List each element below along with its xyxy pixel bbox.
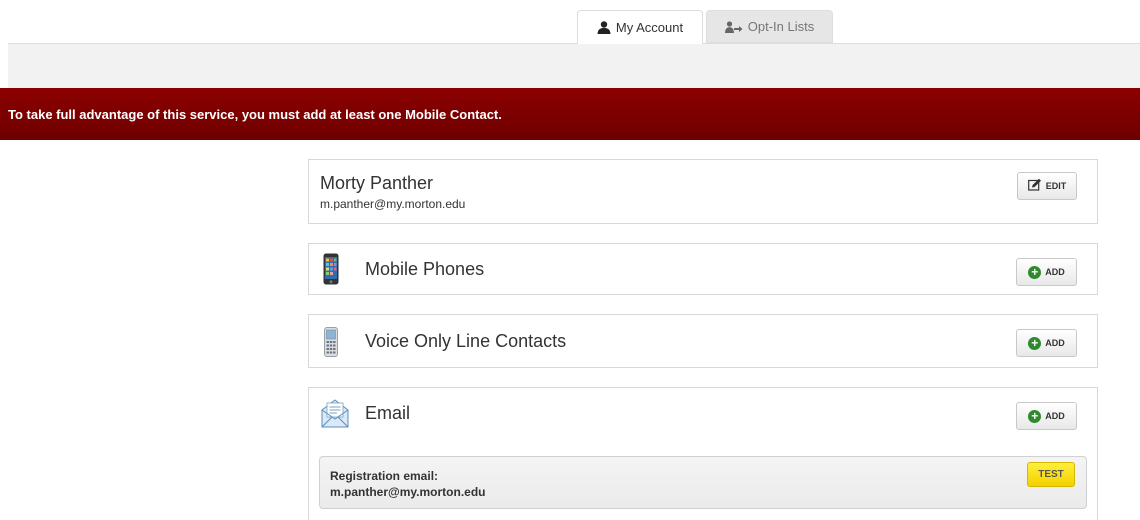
add-label: ADD <box>1045 267 1065 277</box>
email-title: Email <box>365 403 411 423</box>
add-label: ADD <box>1045 338 1065 348</box>
edit-profile-button[interactable]: EDIT <box>1017 172 1077 200</box>
tab-opt-in-lists[interactable]: Opt-In Lists <box>706 10 833 43</box>
add-voice-contact-button[interactable]: + ADD <box>1016 329 1077 357</box>
registration-email-box: Registration email: m.panther@my.morton.… <box>319 456 1087 509</box>
plus-circle-icon: + <box>1028 336 1042 350</box>
edit-icon <box>1027 178 1042 193</box>
registration-email-label: Registration email: <box>330 469 439 483</box>
tab-label: My Account <box>615 20 684 35</box>
smartphone-icon <box>323 253 339 290</box>
mobile-phones-title: Mobile Phones <box>365 259 485 279</box>
add-mobile-phone-button[interactable]: + ADD <box>1016 258 1077 286</box>
email-panel: Email + ADD Registration email: m.panthe… <box>308 387 1098 520</box>
profile-panel: Morty Panther m.panther@my.morton.edu ED… <box>308 159 1098 224</box>
desk-phone-icon <box>323 327 339 362</box>
add-label: ADD <box>1045 411 1065 421</box>
edit-label: EDIT <box>1045 181 1067 191</box>
voice-contacts-title: Voice Only Line Contacts <box>365 331 567 351</box>
voice-contacts-panel: Voice Only Line Contacts + ADD <box>308 314 1098 368</box>
alert-banner: To take full advantage of this service, … <box>0 88 1140 140</box>
alert-text: To take full advantage of this service, … <box>8 106 502 122</box>
profile-email: m.panther@my.morton.edu <box>320 197 466 211</box>
toolbar-strip <box>8 44 1140 88</box>
tab-bar: My Account Opt-In Lists <box>0 0 1140 45</box>
mobile-phones-panel: Mobile Phones + ADD <box>308 243 1098 295</box>
tab-my-account[interactable]: My Account <box>577 10 703 45</box>
plus-circle-icon: + <box>1028 265 1042 279</box>
test-email-button[interactable]: TEST <box>1027 462 1075 487</box>
user-icon <box>597 21 611 34</box>
user-arrow-icon <box>724 20 743 33</box>
plus-circle-icon: + <box>1028 409 1042 423</box>
add-email-button[interactable]: + ADD <box>1016 402 1077 430</box>
profile-name: Morty Panther <box>320 173 434 193</box>
tab-label: Opt-In Lists <box>747 19 815 34</box>
test-label: TEST <box>1038 469 1064 480</box>
envelope-icon <box>321 398 349 433</box>
registration-email-value: m.panther@my.morton.edu <box>330 485 486 499</box>
